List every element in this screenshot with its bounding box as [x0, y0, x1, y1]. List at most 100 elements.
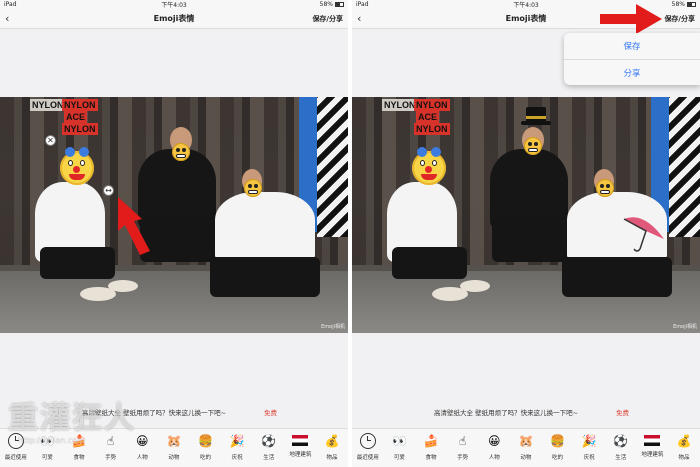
tab-celebrate[interactable]: 🎉 庆祝 [223, 433, 251, 461]
save-share-menu: 保存 分享 [564, 33, 700, 85]
device-name: iPad [4, 1, 17, 8]
red-arrow-annotation [600, 4, 662, 34]
tab-geography[interactable]: 地理建筑 [286, 433, 314, 458]
right-screen: iPad 下午4:03 58% ‹ Emoji表情 保存/分享 保存 分享 NY… [352, 0, 700, 467]
poster: NYLON [382, 99, 418, 111]
person-right-pants [210, 257, 320, 297]
party-icon: 🎉 [229, 434, 245, 448]
page-title: Emoji表情 [153, 14, 195, 23]
party-icon: 🎉 [581, 434, 597, 448]
person-middle-pants [492, 217, 572, 262]
ad-free-button[interactable]: 免费 [264, 407, 277, 417]
cake-icon: 🍰 [423, 434, 439, 448]
poster: NYLON [62, 99, 98, 111]
hamster-icon: 🐹 [166, 434, 182, 448]
save-share-button[interactable]: 保存/分享 [664, 14, 695, 24]
soccer-icon: ⚽ [613, 434, 629, 448]
tab-eat[interactable]: 🍔 吃的 [544, 433, 572, 461]
tab-objects[interactable]: 💰 物品 [318, 433, 346, 461]
flag-icon [292, 435, 309, 446]
site-watermark: 重灌狂人 [8, 401, 136, 436]
clown-sticker[interactable] [412, 147, 446, 185]
tab-objects[interactable]: 💰 物品 [670, 433, 698, 461]
back-button[interactable]: ‹ [5, 12, 9, 26]
person-right [215, 192, 315, 262]
clock-icon [359, 433, 376, 449]
status-time: 下午4:03 [513, 2, 539, 9]
device-name: iPad [356, 1, 369, 8]
tab-gesture[interactable]: ☝ 手势 [449, 433, 477, 461]
tab-eat[interactable]: 🍔 吃的 [192, 433, 220, 461]
person-left-pants [40, 247, 115, 279]
save-share-button[interactable]: 保存/分享 [312, 14, 343, 24]
cute-face-sticker[interactable] [596, 179, 614, 197]
cute-face-sticker[interactable] [524, 137, 542, 155]
back-button[interactable]: ‹ [357, 12, 361, 26]
photo-watermark: Emoji相机 [321, 324, 345, 330]
tab-people[interactable]: 😀 人物 [480, 433, 508, 461]
hamster-icon: 🐹 [518, 434, 534, 448]
smiley-icon: 😀 [488, 434, 501, 448]
battery-percent: 58% [671, 1, 685, 8]
tab-cute[interactable]: 👀 可爱 [385, 433, 413, 461]
poster: NYLON [62, 123, 98, 135]
ad-banner[interactable]: 高清壁纸大全 壁纸用烦了吗？快来这儿换一下吧~ 免费 [352, 405, 700, 419]
tab-animals[interactable]: 🐹 动物 [160, 433, 188, 461]
poster: ACE [64, 111, 88, 123]
tab-life[interactable]: ⚽ 生活 [255, 433, 283, 461]
status-time: 下午4:03 [161, 2, 187, 9]
money-bag-icon: 💰 [676, 434, 692, 448]
emoji-category-bar: 最近使用 👀 可爱 🍰 食物 ☝ 手势 😀 人物 🐹 动物 🍔 吃的 🎉 庆祝 ⚽ 生活 地理建… [352, 428, 700, 467]
cute-face-sticker[interactable] [172, 143, 190, 161]
money-bag-icon: 💰 [324, 434, 340, 448]
ad-text: 高清壁纸大全 壁纸用烦了吗？快来这儿换一下吧~ [434, 409, 579, 417]
photo-canvas[interactable]: NYLON NYLON ACE NYLON ✕ ↔ Emoji相机 [0, 97, 348, 333]
red-arrow-annotation [118, 197, 150, 255]
soccer-icon: ⚽ [261, 434, 277, 448]
person-left-pants [392, 247, 467, 279]
menu-save[interactable]: 保存 [564, 33, 700, 59]
clown-sticker[interactable] [60, 147, 94, 185]
umbrella-sticker[interactable] [620, 209, 666, 255]
delete-sticker-handle[interactable]: ✕ [45, 135, 56, 146]
photo-canvas[interactable]: NYLON NYLON ACE NYLON Emoji相机 [352, 97, 700, 333]
battery-icon [335, 2, 344, 7]
poster: NYLON [30, 99, 66, 111]
battery-indicator: 58% [320, 1, 344, 8]
person-middle-pants [140, 217, 220, 262]
tab-recent[interactable]: 最近使用 [354, 433, 382, 461]
tab-gesture[interactable]: ☝ 手势 [97, 433, 125, 461]
battery-icon [687, 2, 696, 7]
tab-animals[interactable]: 🐹 动物 [512, 433, 540, 461]
tab-celebrate[interactable]: 🎉 庆祝 [575, 433, 603, 461]
ad-free-button[interactable]: 免费 [616, 407, 629, 417]
photo-watermark: Emoji相机 [673, 324, 697, 330]
tab-people[interactable]: 😀 人物 [128, 433, 156, 461]
person-left-shoe [460, 280, 490, 292]
resize-sticker-handle[interactable]: ↔ [103, 185, 114, 196]
tab-food[interactable]: 🍰 食物 [417, 433, 445, 461]
striped-pole [669, 97, 700, 237]
tab-geography[interactable]: 地理建筑 [638, 433, 666, 458]
poster: ACE [416, 111, 440, 123]
page-title: Emoji表情 [505, 14, 547, 23]
cute-face-sticker[interactable] [244, 179, 262, 197]
striped-pole [317, 97, 348, 237]
poster: NYLON [414, 99, 450, 111]
tab-life[interactable]: ⚽ 生活 [607, 433, 635, 461]
battery-percent: 58% [319, 1, 333, 8]
burger-icon: 🍔 [550, 434, 566, 448]
flag-icon [644, 435, 661, 446]
left-screen: iPad 下午4:03 58% ‹ Emoji表情 保存/分享 NYLON NY… [0, 0, 348, 467]
hand-icon: ☝ [459, 434, 467, 448]
burger-icon: 🍔 [198, 434, 214, 448]
poster: NYLON [414, 123, 450, 135]
site-url: http://briian.com [18, 436, 85, 445]
menu-share[interactable]: 分享 [564, 59, 700, 85]
person-left-shoe [108, 280, 138, 292]
battery-indicator: 58% [672, 1, 696, 8]
smiley-icon: 😀 [136, 434, 149, 448]
nav-bar: ‹ Emoji表情 保存/分享 [0, 9, 348, 29]
top-hat-sticker[interactable] [521, 107, 551, 125]
cute-eyes-icon: 👀 [391, 434, 407, 448]
